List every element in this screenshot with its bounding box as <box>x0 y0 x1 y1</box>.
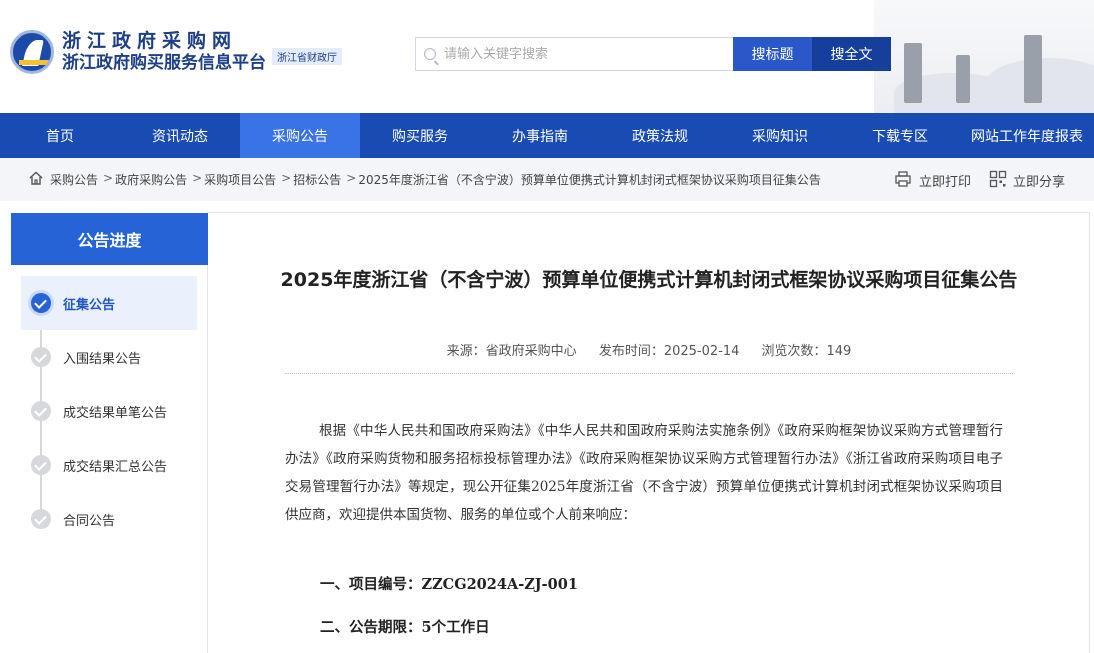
home-icon[interactable] <box>28 170 44 186</box>
search-fulltext-button[interactable]: 搜全文 <box>812 37 891 71</box>
article-section-notice-period: 二、公告期限：5个工作日 <box>320 619 490 636</box>
search-icon <box>424 48 436 60</box>
meta-divider <box>285 373 1013 374</box>
progress-step-single-result[interactable]: 成交结果单笔公告 <box>21 384 197 438</box>
nav-item-home[interactable]: 首页 <box>0 113 120 158</box>
nav-item-procurement-notices[interactable]: 采购公告 <box>240 113 360 158</box>
share-button[interactable]: 立即分享 <box>1013 171 1065 190</box>
progress-step-summary-result[interactable]: 成交结果汇总公告 <box>21 438 197 492</box>
breadcrumb-item[interactable]: 采购项目公告 <box>204 171 276 188</box>
main-nav: 首页 资讯动态 采购公告 购买服务 办事指南 政策法规 采购知识 下载专区 网站… <box>0 113 1094 158</box>
article-section-project-number: 一、项目编号：ZZCG2024A-ZJ-001 <box>320 576 578 593</box>
logo-subtitle: 浙江政府购买服务信息平台 <box>62 53 266 73</box>
check-circle-icon <box>31 401 51 421</box>
printer-icon[interactable] <box>894 170 912 188</box>
nav-item-purchase-services[interactable]: 购买服务 <box>360 113 480 158</box>
breadcrumb-item[interactable]: 政府采购公告 <box>115 171 187 188</box>
nav-item-downloads[interactable]: 下载专区 <box>840 113 960 158</box>
article-body-paragraph: 根据《中华人民共和国政府采购法》《中华人民共和国政府采购法实施条例》《政府采购框… <box>285 423 1003 523</box>
article-title: 2025年度浙江省（不含宁波）预算单位便携式计算机封闭式框架协议采购项目征集公告 <box>280 269 1018 291</box>
progress-step-label: 征集公告 <box>63 297 116 313</box>
breadcrumb-item[interactable]: 采购公告 <box>50 171 98 188</box>
progress-step-solicitation[interactable]: 征集公告 <box>21 276 197 330</box>
breadcrumb-item[interactable]: 招标公告 <box>293 171 341 188</box>
breadcrumb: 采购公告 > 政府采购公告 > 采购项目公告 > 招标公告 > 2025年度浙江省（不含… <box>50 171 821 188</box>
article-meta: 来源：省政府采购中心 发布时间：2025-02-14 浏览次数：149 <box>285 340 1013 359</box>
check-circle-icon <box>31 347 51 367</box>
progress-step-label: 成交结果单笔公告 <box>63 405 168 421</box>
breadcrumb-current: 2025年度浙江省（不含宁波）预算单位便携式计算机封闭式框架协议采购项目征集公告 <box>358 173 821 187</box>
progress-step-shortlist-result[interactable]: 入围结果公告 <box>21 330 197 384</box>
sidebar-title: 公告进度 <box>11 213 208 265</box>
header-decoration <box>874 0 1094 113</box>
progress-step-label: 合同公告 <box>63 513 116 529</box>
article-view-count: 浏览次数：149 <box>761 344 852 359</box>
finance-dept-badge: 浙江省财政厅 <box>272 48 342 65</box>
check-circle-icon <box>31 509 51 529</box>
search-input[interactable] <box>444 46 714 62</box>
article-source: 来源：省政府采购中心 <box>446 344 577 359</box>
qrcode-share-icon[interactable] <box>989 170 1007 188</box>
nav-item-policy[interactable]: 政策法规 <box>600 113 720 158</box>
logo-title: 浙江政府采购网 <box>62 30 238 52</box>
nav-item-news[interactable]: 资讯动态 <box>120 113 240 158</box>
nav-item-guide[interactable]: 办事指南 <box>480 113 600 158</box>
site-logo[interactable]: 浙江政府采购网 浙江政府购买服务信息平台 <box>10 30 266 74</box>
article-publish-time: 发布时间：2025-02-14 <box>598 344 740 359</box>
progress-step-label: 入围结果公告 <box>63 351 142 367</box>
nav-item-annual-report[interactable]: 网站工作年度报表 <box>960 113 1094 158</box>
check-circle-icon <box>31 455 51 475</box>
search-box <box>415 37 733 71</box>
print-button[interactable]: 立即打印 <box>919 171 971 190</box>
progress-step-contract[interactable]: 合同公告 <box>21 492 197 546</box>
logo-emblem-icon <box>10 30 54 74</box>
search-title-button[interactable]: 搜标题 <box>733 37 812 71</box>
progress-step-label: 成交结果汇总公告 <box>63 459 168 475</box>
check-circle-icon <box>31 293 51 313</box>
nav-item-knowledge[interactable]: 采购知识 <box>720 113 840 158</box>
